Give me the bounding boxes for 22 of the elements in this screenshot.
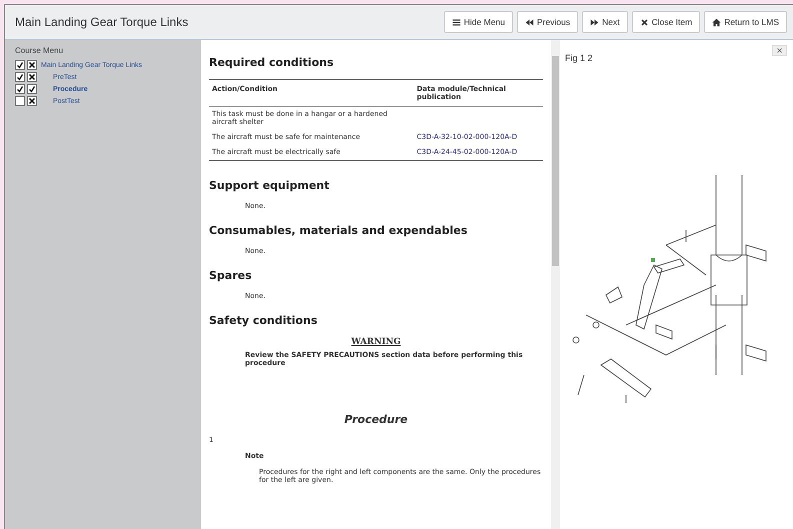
close-button[interactable]: Close Item: [632, 11, 700, 33]
procedure-heading: Procedure: [343, 413, 409, 426]
sidebar-title: Course Menu: [15, 46, 64, 55]
menu-button[interactable]: Hide Menu: [444, 11, 513, 33]
next-button[interactable]: Next: [582, 11, 628, 33]
warning-title: WARNING: [350, 337, 402, 347]
scrollbar[interactable]: [551, 40, 560, 529]
close-button[interactable]: ×: [772, 45, 787, 56]
close-icon: [640, 18, 649, 26]
figure-title: Fig 1 2: [565, 53, 593, 63]
section-heading: Consumables, materials and expendables: [209, 224, 468, 237]
menu-icon: [452, 18, 461, 26]
window-title: Main Landing Gear Torque Links: [15, 15, 190, 29]
previous-button[interactable]: Previous: [517, 11, 578, 33]
section-heading: Required conditions: [209, 56, 335, 69]
section-heading: Support equipment: [209, 179, 330, 192]
home-icon: [712, 18, 722, 26]
rewind-icon: [525, 18, 534, 26]
section-heading: Spares: [209, 269, 253, 282]
section-heading: Safety conditions: [209, 314, 318, 327]
home-button[interactable]: Return to LMS: [704, 11, 787, 33]
fast-forward-icon: [590, 18, 600, 26]
